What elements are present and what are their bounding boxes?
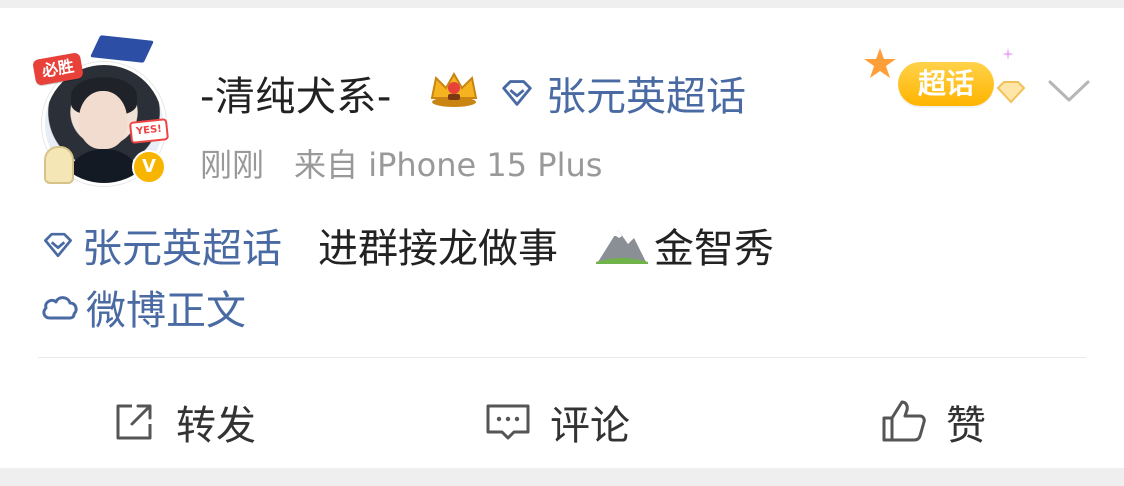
mountain-icon xyxy=(596,230,648,264)
header-topic-link[interactable]: 张元英超话 xyxy=(498,64,746,122)
chaohua-label: 超话 xyxy=(898,62,994,106)
sparkle-icon xyxy=(1002,48,1014,60)
thumbs-up-icon xyxy=(882,400,926,442)
content-topic-label: 张元英超话 xyxy=(82,226,282,272)
verified-badge: V xyxy=(132,150,166,184)
share-button[interactable]: 转发 xyxy=(110,386,256,458)
source-link-label: 微博正文 xyxy=(86,288,246,334)
post-time: 刚刚 xyxy=(200,146,265,184)
share-icon xyxy=(116,404,152,440)
chevron-down-icon[interactable] xyxy=(1046,74,1092,108)
diamond-icon xyxy=(44,232,72,258)
divider xyxy=(38,357,1086,358)
diamond-icon xyxy=(502,80,532,106)
content-topic-link[interactable]: 张元英超话 xyxy=(40,216,282,274)
crown-icon xyxy=(430,71,478,107)
gem-icon xyxy=(996,81,1026,104)
microphone-icon xyxy=(44,146,74,184)
like-button[interactable]: 赞 xyxy=(880,386,986,458)
content-text: 进群接龙做事 xyxy=(318,226,558,272)
source-link[interactable]: 微博正文 xyxy=(40,278,246,336)
avatar[interactable]: 必胜 YES! V xyxy=(32,35,174,188)
mention-name: 金智秀 xyxy=(654,226,774,272)
post-source: 来自 iPhone 15 Plus xyxy=(294,146,603,184)
share-label: 转发 xyxy=(176,403,256,449)
avatar-face xyxy=(79,91,127,149)
header-topic-label: 张元英超话 xyxy=(546,74,746,120)
post-meta: 刚刚 来自 iPhone 15 Plus xyxy=(200,140,602,186)
mention-link[interactable]: 金智秀 xyxy=(594,216,774,274)
star-icon xyxy=(864,48,896,78)
post-text: 张元英超话 进群接龙做事 金智秀 xyxy=(40,216,774,274)
like-label: 赞 xyxy=(946,403,986,449)
author-name[interactable]: -清纯犬系- xyxy=(200,64,392,122)
cloud-icon xyxy=(42,296,78,320)
comment-label: 评论 xyxy=(550,403,630,449)
post-card: 必胜 YES! V -清纯犬系- 张元英超话 刚刚 来自 iPhone 15 P… xyxy=(0,8,1124,468)
avatar-yes-tag: YES! xyxy=(128,118,170,144)
chaohua-badge[interactable]: 超话 xyxy=(862,44,1032,122)
comment-button[interactable]: 评论 xyxy=(484,386,630,458)
action-bar: 转发 评论 赞 xyxy=(0,386,1124,458)
graduation-cap-icon xyxy=(90,35,154,63)
comment-icon xyxy=(486,404,530,440)
